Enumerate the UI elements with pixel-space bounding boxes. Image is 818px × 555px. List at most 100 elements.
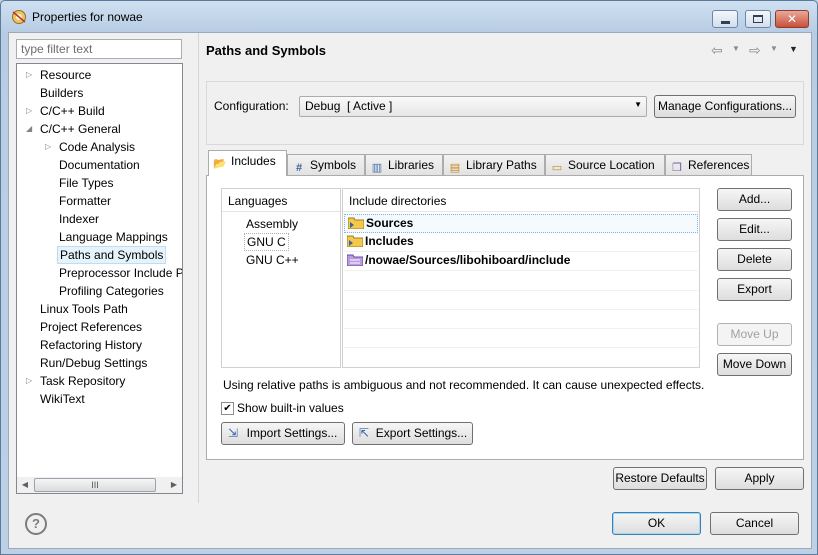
library-icon: ▥ — [371, 162, 383, 174]
tree-item[interactable]: Profiling Categories — [59, 282, 164, 300]
grid-line — [344, 328, 698, 329]
language-item-selected[interactable]: GNU C — [244, 233, 289, 251]
back-icon[interactable]: ⇦ — [711, 42, 723, 59]
tree-item[interactable]: Language Mappings — [59, 228, 168, 246]
collapsed-arrow-icon[interactable]: ▷ — [45, 138, 55, 156]
tree-item[interactable]: Run/Debug Settings — [40, 354, 147, 372]
tab-libraries[interactable]: ▥ Libraries — [365, 154, 443, 175]
folder-include-icon — [348, 217, 364, 229]
tab-source-location-label: Source Location — [568, 158, 655, 172]
ok-button[interactable]: OK — [612, 512, 701, 535]
tab-symbols[interactable]: # Symbols — [287, 154, 365, 175]
export-button[interactable]: Export — [717, 278, 792, 301]
add-button[interactable]: Add... — [717, 188, 792, 211]
tree-item[interactable]: Preprocessor Include Pa — [59, 264, 182, 282]
edit-button[interactable]: Edit... — [717, 218, 792, 241]
tree-item[interactable]: Code Analysis — [59, 138, 135, 156]
scroll-left-icon[interactable]: ◀ — [17, 477, 33, 493]
property-tree: ▷ Resource Builders ▷ C/C++ Build ◢ C/C++ Gene… — [16, 63, 183, 494]
tree-item-selected[interactable]: Paths and Symbols — [57, 246, 167, 264]
include-row-label: Includes — [365, 234, 414, 248]
include-directories-header: Include directories — [343, 189, 699, 212]
minimize-icon — [720, 20, 730, 24]
hash-icon: # — [295, 162, 303, 174]
tree-item[interactable]: Indexer — [59, 210, 99, 228]
tree-item[interactable]: Refactoring History — [40, 336, 142, 354]
grid-line — [344, 290, 698, 291]
tab-source-location[interactable]: ▭ Source Location — [545, 154, 665, 175]
collapsed-arrow-icon[interactable]: ▷ — [26, 66, 36, 84]
include-row-label: /nowae/Sources/libohiboard/include — [365, 253, 571, 267]
export-icon: ⇱ — [359, 426, 370, 440]
tree-item[interactable]: File Types — [59, 174, 113, 192]
includes-icon: 📂 — [213, 158, 227, 170]
references-icon: ❐ — [672, 162, 682, 174]
tree-item[interactable]: Task Repository — [40, 372, 125, 390]
filter-input[interactable] — [16, 39, 182, 59]
languages-list: Languages Assembly GNU C GNU C++ — [221, 188, 341, 368]
folder-include-icon — [347, 235, 363, 247]
tab-symbols-label: Symbols — [310, 158, 357, 172]
view-menu-icon[interactable]: ▼ — [789, 44, 798, 54]
configuration-select[interactable]: Debug [ Active ] ▼ — [299, 96, 647, 117]
close-window-button[interactable]: ✕ — [775, 10, 809, 28]
maximize-icon — [753, 15, 763, 23]
manage-configurations-button[interactable]: Manage Configurations... — [654, 95, 796, 118]
tree-item[interactable]: Linux Tools Path — [40, 300, 128, 318]
move-down-button[interactable]: Move Down — [717, 353, 792, 376]
scroll-right-icon[interactable]: ▶ — [166, 477, 182, 493]
language-item[interactable]: GNU C++ — [246, 251, 299, 269]
export-settings-button[interactable]: ⇱ Export Settings... — [352, 422, 473, 445]
tree-item[interactable]: C/C++ General — [40, 120, 121, 138]
tree-item[interactable]: Builders — [40, 84, 83, 102]
maximize-button[interactable] — [745, 10, 771, 28]
tree-item[interactable]: WikiText — [40, 390, 85, 408]
help-icon[interactable]: ? — [25, 513, 47, 535]
pane-divider[interactable] — [198, 33, 199, 503]
window-title: Properties for nowae — [32, 10, 143, 24]
apply-button[interactable]: Apply — [715, 467, 804, 490]
tree-item[interactable]: Resource — [40, 66, 91, 84]
close-icon: ✕ — [786, 12, 798, 26]
configuration-value: Debug [ Active ] — [305, 99, 393, 113]
collapsed-arrow-icon[interactable]: ▷ — [26, 372, 36, 390]
back-menu-icon[interactable]: ▼ — [732, 44, 740, 53]
relative-paths-warning: Using relative paths is ambiguous and no… — [223, 378, 705, 392]
properties-window: Properties for nowae ✕ ▷ResourceBuilders… — [0, 0, 818, 555]
workspace-folder-icon — [347, 254, 363, 266]
tab-includes[interactable]: 📂 Includes — [208, 150, 287, 176]
tab-library-paths[interactable]: ▤ Library Paths — [443, 154, 545, 175]
include-directories-table: Include directories Sources Includes /no… — [342, 188, 700, 368]
checkmark-icon: ✔ — [223, 403, 232, 414]
grid-line — [344, 347, 698, 348]
show-builtin-checkbox[interactable]: ✔ — [221, 402, 234, 415]
scroll-thumb[interactable]: III — [34, 478, 156, 492]
language-item[interactable]: Assembly — [246, 215, 298, 233]
include-row[interactable]: Sources — [344, 214, 698, 233]
import-settings-label: Import Settings... — [246, 426, 338, 440]
tree-horizontal-scrollbar[interactable]: ◀ III ▶ — [16, 477, 183, 494]
tab-library-paths-label: Library Paths — [466, 158, 537, 172]
move-up-button[interactable]: Move Up — [717, 323, 792, 346]
include-row[interactable]: Includes — [344, 233, 698, 252]
minimize-button[interactable] — [712, 10, 738, 28]
tree-item[interactable]: Formatter — [59, 192, 111, 210]
forward-menu-icon[interactable]: ▼ — [770, 44, 778, 53]
import-settings-button[interactable]: ⇲ Import Settings... — [221, 422, 345, 445]
tab-libraries-label: Libraries — [388, 158, 435, 172]
forward-icon[interactable]: ⇨ — [749, 42, 761, 59]
include-row[interactable]: /nowae/Sources/libohiboard/include — [344, 252, 698, 271]
restore-defaults-button[interactable]: Restore Defaults — [613, 467, 707, 490]
tab-references[interactable]: ❐ References — [665, 154, 752, 175]
tree-item[interactable]: C/C++ Build — [40, 102, 105, 120]
cancel-button[interactable]: Cancel — [710, 512, 799, 535]
languages-header: Languages — [222, 189, 340, 212]
delete-button[interactable]: Delete — [717, 248, 792, 271]
folder-icon: ▭ — [551, 162, 563, 174]
tab-includes-label: Includes — [231, 154, 276, 168]
tree-item[interactable]: Project References — [40, 318, 142, 336]
tree-item[interactable]: Documentation — [59, 156, 140, 174]
collapsed-arrow-icon[interactable]: ▷ — [26, 102, 36, 120]
grid-line — [344, 309, 698, 310]
expanded-arrow-icon[interactable]: ◢ — [26, 120, 36, 138]
